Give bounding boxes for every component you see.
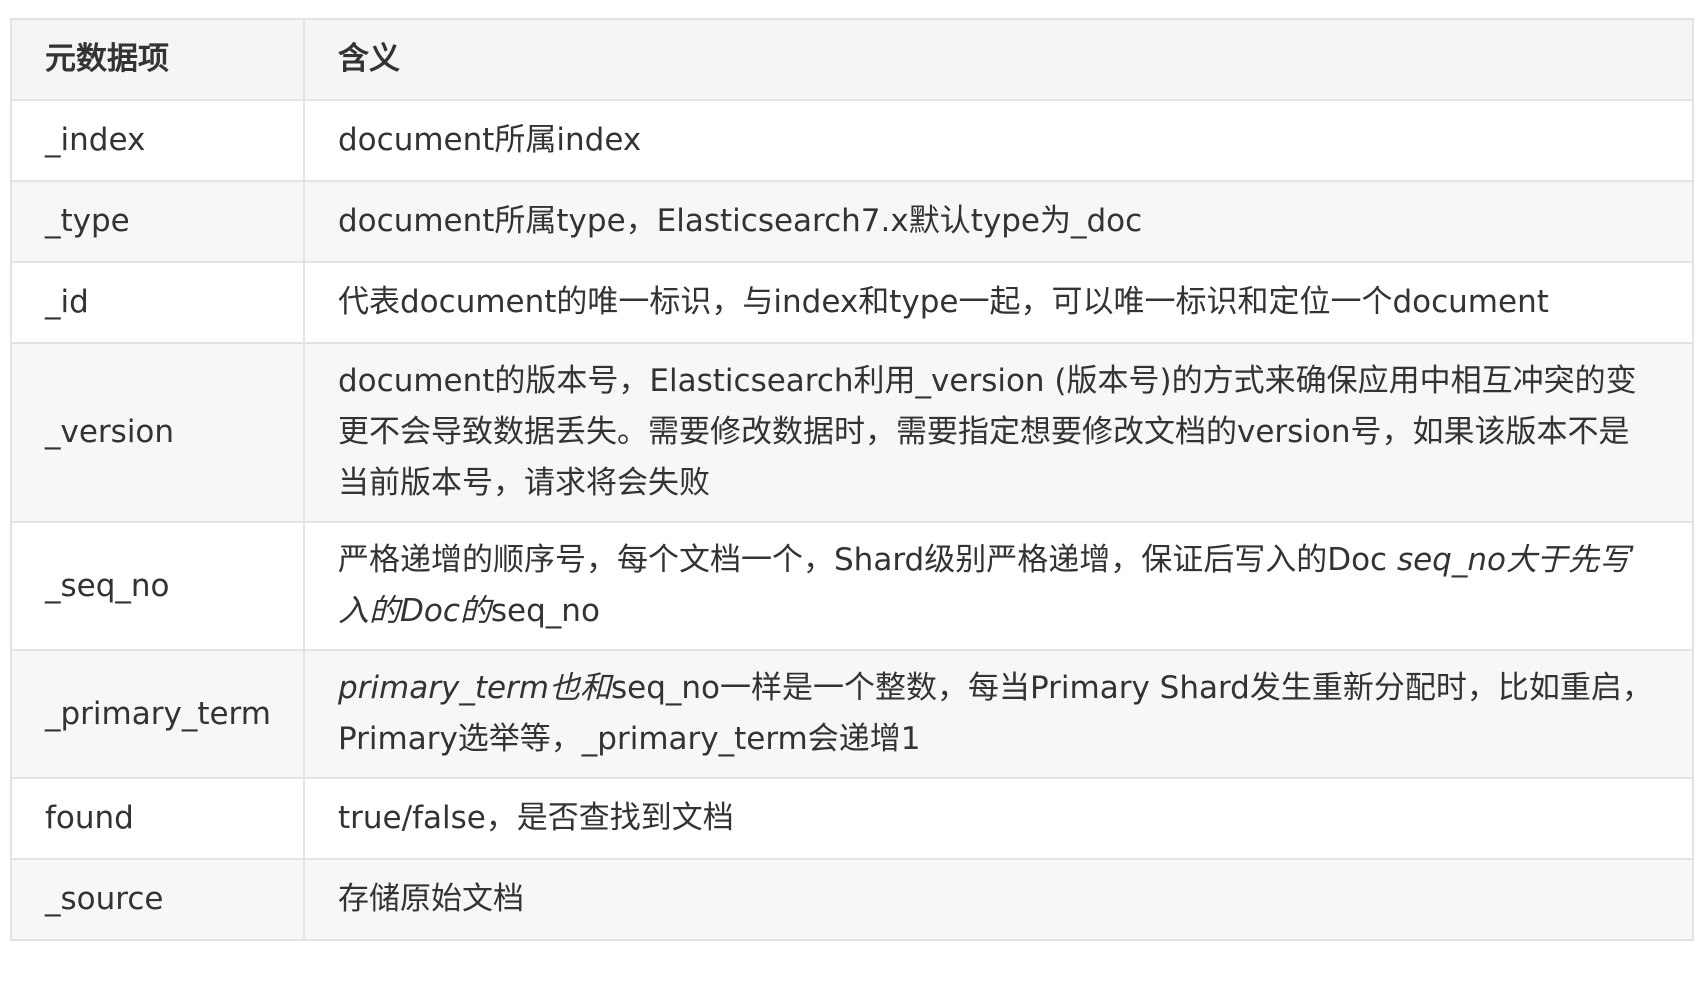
table-header-row: 元数据项 含义 — [10, 18, 1694, 101]
row-key: found — [10, 777, 305, 860]
table-row: _primary_term primary_term也和seq_no一样是一个整… — [10, 649, 1694, 779]
table-row: _seq_no 严格递增的顺序号，每个文档一个，Shard级别严格递增，保证后写… — [10, 521, 1694, 651]
table-row: _source 存储原始文档 — [10, 858, 1694, 941]
row-description: document的版本号，Elasticsearch利用_version (版本… — [303, 342, 1694, 523]
row-description: true/false，是否查找到文档 — [303, 777, 1694, 860]
row-key: _primary_term — [10, 649, 305, 779]
row-description: 代表document的唯一标识，与index和type一起，可以唯一标识和定位一… — [303, 261, 1694, 344]
description-italic-text: primary_term也和 — [338, 670, 611, 706]
row-description: 严格递增的顺序号，每个文档一个，Shard级别严格递增，保证后写入的Doc se… — [303, 521, 1694, 651]
metadata-table-container: 元数据项 含义 _index document所属index _type doc… — [10, 18, 1694, 941]
row-description: 存储原始文档 — [303, 858, 1694, 941]
table-row: found true/false，是否查找到文档 — [10, 777, 1694, 860]
row-key: _id — [10, 261, 305, 344]
row-key: _type — [10, 180, 305, 263]
table-row: _id 代表document的唯一标识，与index和type一起，可以唯一标识… — [10, 261, 1694, 344]
metadata-table: 元数据项 含义 _index document所属index _type doc… — [10, 18, 1694, 941]
row-description: document所属type，Elasticsearch7.x默认type为_d… — [303, 180, 1694, 263]
row-description: primary_term也和seq_no一样是一个整数，每当Primary Sh… — [303, 649, 1694, 779]
row-key: _index — [10, 99, 305, 182]
row-key: _version — [10, 342, 305, 523]
header-metadata-item: 元数据项 — [10, 18, 305, 101]
description-text: 严格递增的顺序号，每个文档一个，Shard级别严格递增，保证后写入的Doc — [338, 542, 1397, 578]
row-key: _source — [10, 858, 305, 941]
table-row: _type document所属type，Elasticsearch7.x默认t… — [10, 180, 1694, 263]
row-description: document所属index — [303, 99, 1694, 182]
table-row: _index document所属index — [10, 99, 1694, 182]
header-meaning: 含义 — [303, 18, 1694, 101]
row-key: _seq_no — [10, 521, 305, 651]
description-text: seq_no — [490, 593, 600, 629]
table-row: _version document的版本号，Elasticsearch利用_ve… — [10, 342, 1694, 523]
